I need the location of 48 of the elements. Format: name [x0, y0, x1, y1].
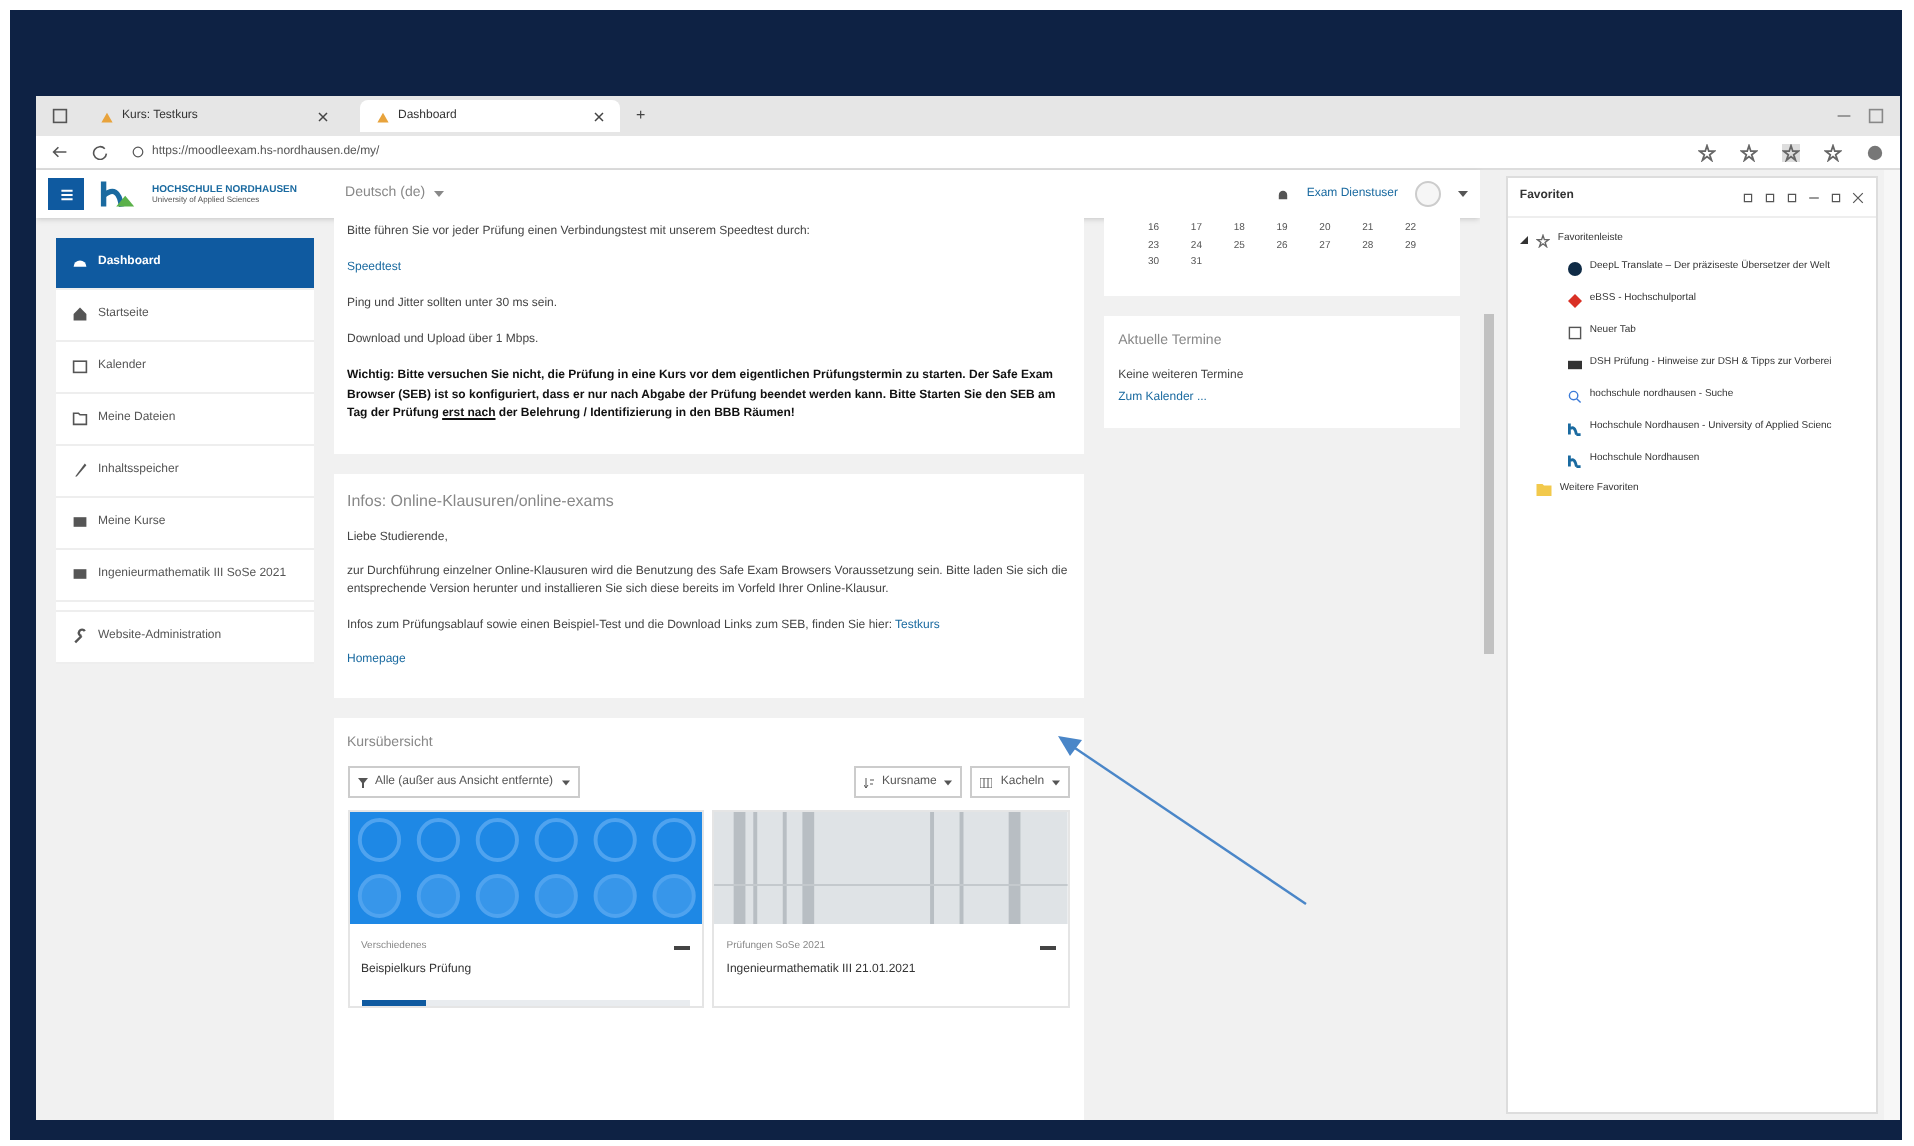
sort-icon — [864, 777, 875, 788]
logo-icon — [1567, 453, 1582, 467]
avatar-icon — [1414, 180, 1442, 208]
rectangle-icon — [1567, 357, 1582, 371]
caret-icon — [561, 779, 570, 786]
favicon-icon — [100, 109, 114, 123]
favorite-icon[interactable] — [1740, 143, 1758, 161]
back-icon[interactable] — [52, 144, 68, 160]
filter-icon — [357, 777, 367, 788]
caret-icon — [433, 190, 444, 198]
folder-icon — [72, 410, 88, 426]
card-title: Infos: Online-Klausuren/online-exams — [347, 489, 616, 514]
calendar-icon — [72, 358, 88, 374]
star-icon — [1535, 233, 1550, 247]
bell-icon[interactable] — [1276, 187, 1291, 201]
more-icon[interactable] — [1040, 945, 1057, 952]
menu-icon — [59, 187, 73, 201]
reload-icon[interactable] — [92, 144, 108, 160]
folder-icon — [1535, 484, 1552, 496]
circle-icon — [1567, 261, 1582, 275]
maximize-icon[interactable] — [1868, 108, 1884, 124]
caret-icon — [944, 779, 953, 786]
close-icon[interactable] — [1852, 191, 1865, 203]
new-tab-button[interactable]: + — [636, 104, 646, 128]
home-icon — [72, 306, 88, 322]
info-icon — [132, 146, 144, 158]
grid-icon — [980, 777, 993, 788]
caret-icon — [1052, 779, 1061, 786]
expanded-icon — [1519, 236, 1528, 244]
pencil-icon — [72, 462, 88, 478]
logo-icon — [100, 178, 136, 210]
wrench-icon — [72, 628, 88, 644]
logo-icon — [1567, 421, 1582, 435]
diamond-icon — [1567, 293, 1582, 307]
more-icon[interactable] — [674, 945, 691, 952]
dashboard-icon — [72, 254, 88, 270]
close-icon[interactable] — [594, 111, 604, 121]
favicon-icon — [376, 109, 390, 123]
tab-actions-icon[interactable] — [52, 108, 68, 124]
favorites-icon[interactable] — [1782, 143, 1800, 161]
menu-button[interactable] — [48, 178, 84, 210]
page-icon — [1567, 325, 1582, 339]
close-icon[interactable] — [318, 111, 328, 121]
scrollbar-thumb[interactable] — [1484, 314, 1495, 654]
book-icon — [72, 514, 88, 530]
profile-icon[interactable] — [1866, 143, 1884, 161]
caret-icon[interactable] — [1458, 190, 1468, 198]
book-icon — [72, 566, 88, 582]
